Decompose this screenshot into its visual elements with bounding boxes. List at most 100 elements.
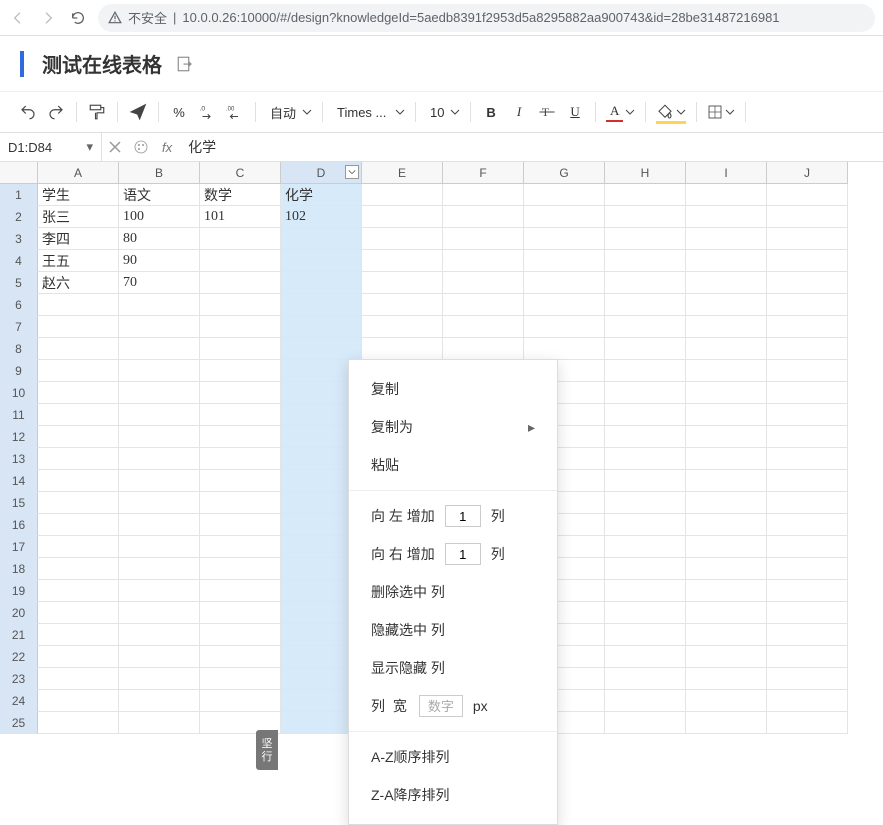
cell-B18[interactable] <box>119 558 200 580</box>
cell-H18[interactable] <box>605 558 686 580</box>
ctx-col-width[interactable]: 列 宽 px <box>349 687 557 725</box>
side-float-tab[interactable]: 坚 行 <box>256 730 278 770</box>
cell-C4[interactable] <box>200 250 281 272</box>
cell-H7[interactable] <box>605 316 686 338</box>
cell-I11[interactable] <box>686 404 767 426</box>
color-wheel-button[interactable] <box>128 133 154 161</box>
column-header-I[interactable]: I <box>686 162 767 184</box>
cell-B21[interactable] <box>119 624 200 646</box>
cell-B3[interactable]: 80 <box>119 228 200 250</box>
cell-I15[interactable] <box>686 492 767 514</box>
cell-E4[interactable] <box>362 250 443 272</box>
cell-D6[interactable] <box>281 294 362 316</box>
cell-C3[interactable] <box>200 228 281 250</box>
cell-B5[interactable]: 70 <box>119 272 200 294</box>
cell-H4[interactable] <box>605 250 686 272</box>
cell-C11[interactable] <box>200 404 281 426</box>
cell-C24[interactable] <box>200 690 281 712</box>
cell-C9[interactable] <box>200 360 281 382</box>
row-header-9[interactable]: 9 <box>0 360 38 382</box>
cell-J4[interactable] <box>767 250 848 272</box>
cell-C22[interactable] <box>200 646 281 668</box>
cell-I24[interactable] <box>686 690 767 712</box>
row-header-14[interactable]: 14 <box>0 470 38 492</box>
cell-B12[interactable] <box>119 426 200 448</box>
row-header-25[interactable]: 25 <box>0 712 38 734</box>
cell-C5[interactable] <box>200 272 281 294</box>
cell-I22[interactable] <box>686 646 767 668</box>
cell-A3[interactable]: 李四 <box>38 228 119 250</box>
ctx-sort-az[interactable]: A-Z顺序排列 <box>349 738 557 776</box>
column-header-A[interactable]: A <box>38 162 119 184</box>
row-header-8[interactable]: 8 <box>0 338 38 360</box>
cell-C10[interactable] <box>200 382 281 404</box>
cell-F4[interactable] <box>443 250 524 272</box>
cell-D8[interactable] <box>281 338 362 360</box>
cell-G6[interactable] <box>524 294 605 316</box>
cell-F8[interactable] <box>443 338 524 360</box>
cell-F3[interactable] <box>443 228 524 250</box>
cell-H12[interactable] <box>605 426 686 448</box>
cell-J11[interactable] <box>767 404 848 426</box>
ctx-copy[interactable]: 复制 <box>349 370 557 408</box>
cell-B20[interactable] <box>119 602 200 624</box>
cell-E5[interactable] <box>362 272 443 294</box>
cell-A9[interactable] <box>38 360 119 382</box>
row-header-21[interactable]: 21 <box>0 624 38 646</box>
cell-D5[interactable] <box>281 272 362 294</box>
cell-C23[interactable] <box>200 668 281 690</box>
cell-A23[interactable] <box>38 668 119 690</box>
cell-H17[interactable] <box>605 536 686 558</box>
cell-C21[interactable] <box>200 624 281 646</box>
column-dropdown-icon[interactable] <box>345 165 359 179</box>
ctx-hide-selected[interactable]: 隐藏选中 列 <box>349 611 557 649</box>
cell-J10[interactable] <box>767 382 848 404</box>
cell-C7[interactable] <box>200 316 281 338</box>
cell-J15[interactable] <box>767 492 848 514</box>
cell-B17[interactable] <box>119 536 200 558</box>
cell-J16[interactable] <box>767 514 848 536</box>
cell-C20[interactable] <box>200 602 281 624</box>
cell-A20[interactable] <box>38 602 119 624</box>
cell-D7[interactable] <box>281 316 362 338</box>
cell-B7[interactable] <box>119 316 200 338</box>
cell-C8[interactable] <box>200 338 281 360</box>
row-header-12[interactable]: 12 <box>0 426 38 448</box>
cell-E2[interactable] <box>362 206 443 228</box>
cell-C6[interactable] <box>200 294 281 316</box>
cell-J19[interactable] <box>767 580 848 602</box>
cell-B10[interactable] <box>119 382 200 404</box>
cell-J8[interactable] <box>767 338 848 360</box>
cell-J1[interactable] <box>767 184 848 206</box>
number-format-dropdown[interactable]: 自动 <box>262 98 316 126</box>
cell-A11[interactable] <box>38 404 119 426</box>
row-header-10[interactable]: 10 <box>0 382 38 404</box>
cell-C14[interactable] <box>200 470 281 492</box>
cell-E7[interactable] <box>362 316 443 338</box>
cell-I10[interactable] <box>686 382 767 404</box>
address-bar[interactable]: 不安全 | 10.0.0.26:10000/#/design?knowledge… <box>98 4 875 32</box>
cell-B14[interactable] <box>119 470 200 492</box>
cell-E8[interactable] <box>362 338 443 360</box>
cell-A18[interactable] <box>38 558 119 580</box>
cell-I18[interactable] <box>686 558 767 580</box>
cell-B16[interactable] <box>119 514 200 536</box>
row-header-6[interactable]: 6 <box>0 294 38 316</box>
cell-A16[interactable] <box>38 514 119 536</box>
cell-H24[interactable] <box>605 690 686 712</box>
cell-H9[interactable] <box>605 360 686 382</box>
row-header-20[interactable]: 20 <box>0 602 38 624</box>
cell-I3[interactable] <box>686 228 767 250</box>
cell-A10[interactable] <box>38 382 119 404</box>
row-header-17[interactable]: 17 <box>0 536 38 558</box>
cell-C17[interactable] <box>200 536 281 558</box>
cell-A17[interactable] <box>38 536 119 558</box>
cell-H3[interactable] <box>605 228 686 250</box>
cell-H14[interactable] <box>605 470 686 492</box>
cell-I4[interactable] <box>686 250 767 272</box>
cell-C12[interactable] <box>200 426 281 448</box>
cell-J21[interactable] <box>767 624 848 646</box>
cell-C19[interactable] <box>200 580 281 602</box>
formula-input[interactable]: 化学 <box>180 133 883 161</box>
strikethrough-button[interactable]: T <box>533 98 561 126</box>
